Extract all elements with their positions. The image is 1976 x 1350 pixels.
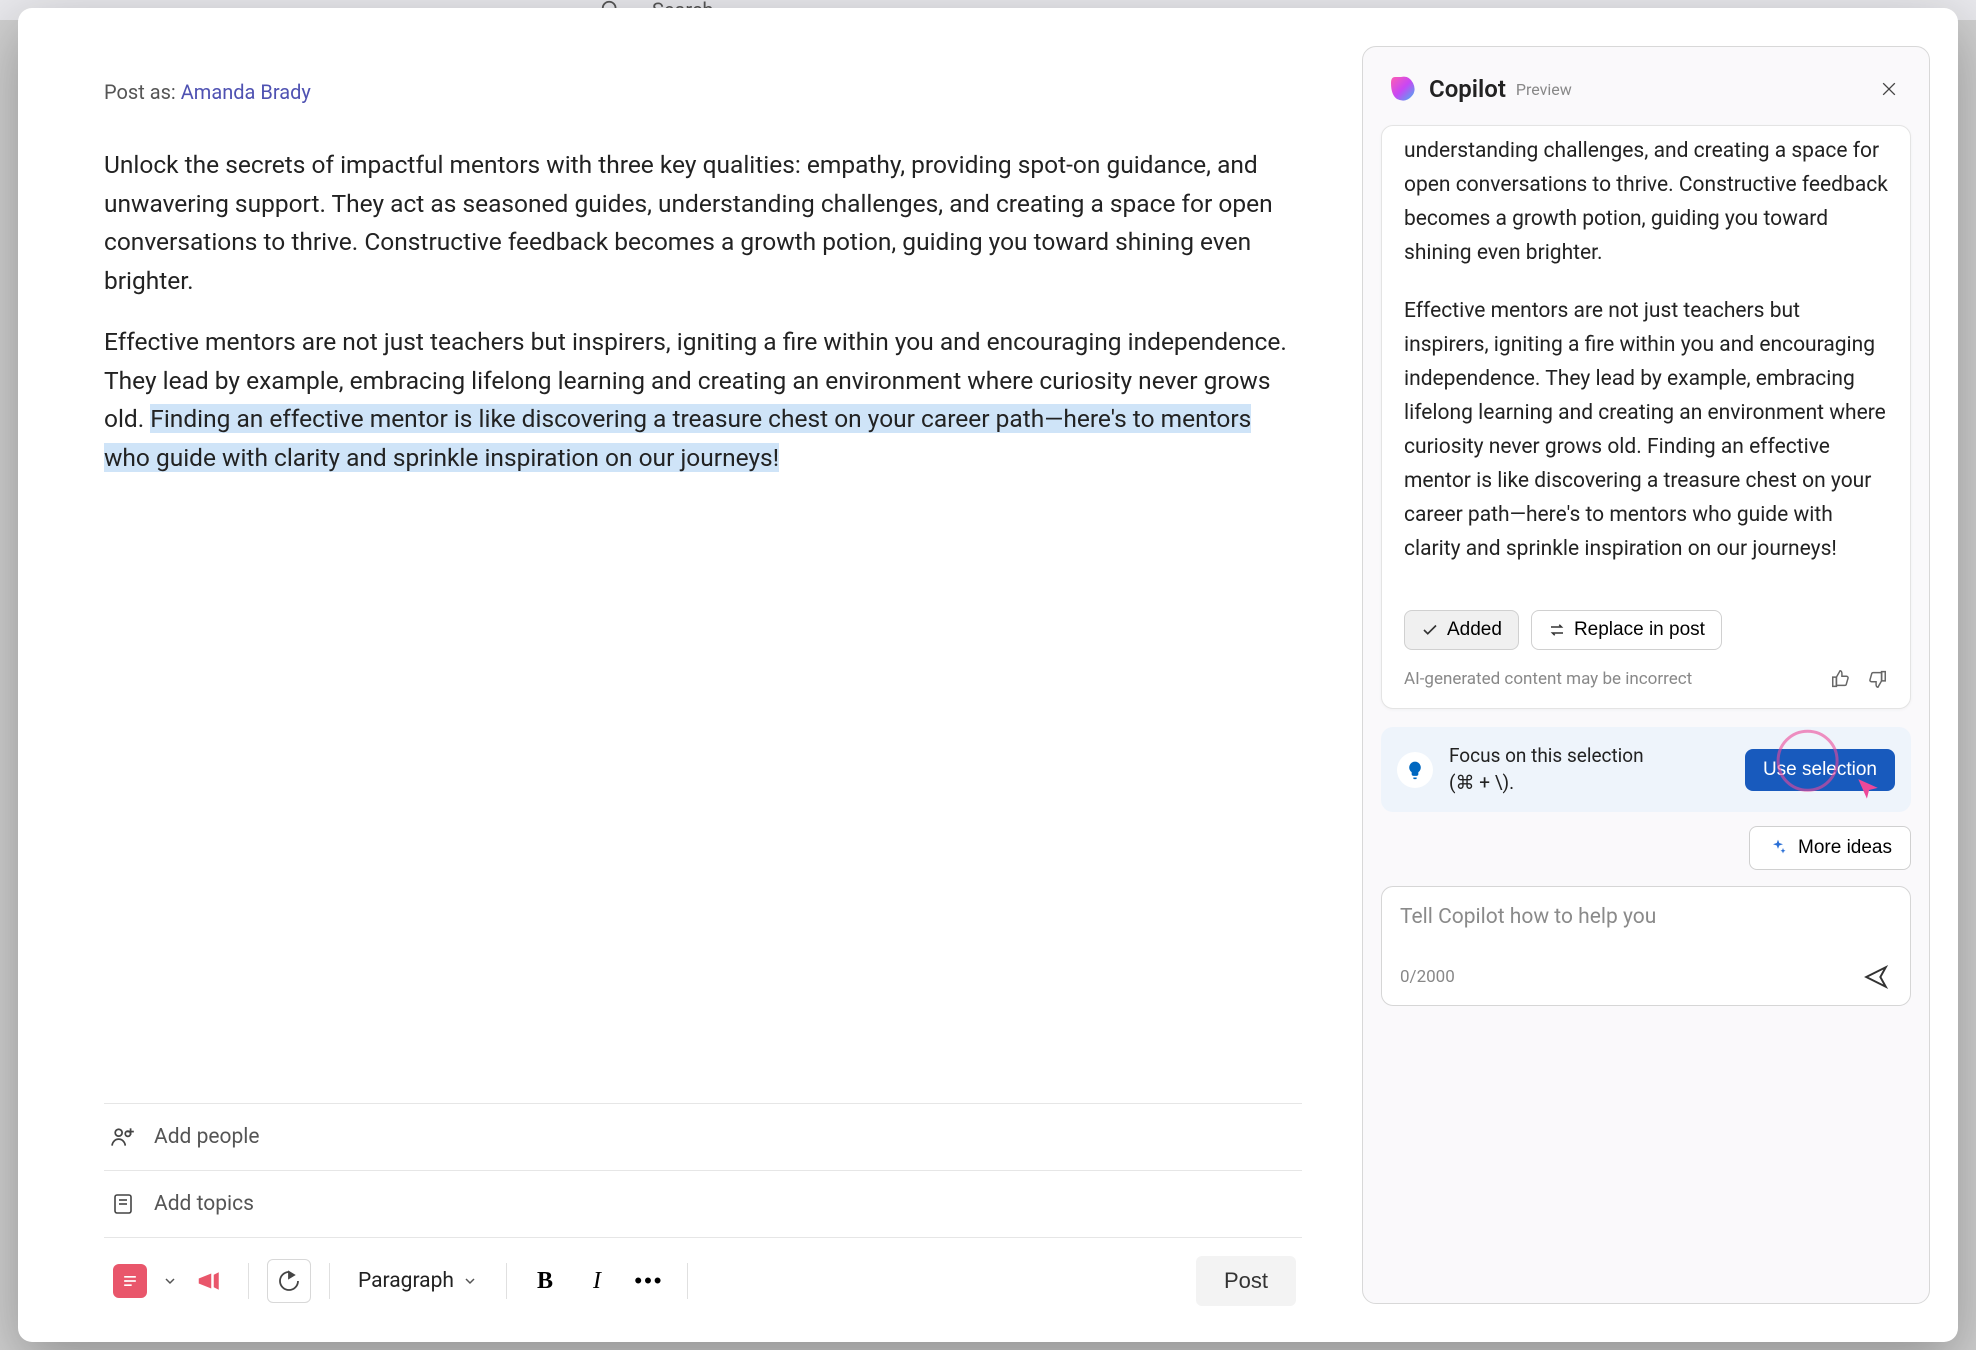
compose-modal: Post as: Amanda Brady Unlock the secrets…: [18, 8, 1958, 1342]
prompt-placeholder: Tell Copilot how to help you: [1400, 905, 1892, 929]
check-icon: [1421, 621, 1439, 639]
add-topics-label: Add topics: [154, 1192, 254, 1216]
bold-button[interactable]: B: [525, 1261, 565, 1301]
loop-button[interactable]: [267, 1259, 311, 1303]
chevron-down-icon: [462, 1273, 478, 1289]
notes-icon: [113, 1264, 147, 1298]
paragraph-style-select[interactable]: Paragraph: [348, 1269, 488, 1293]
editor-pane: Post as: Amanda Brady Unlock the secrets…: [18, 8, 1362, 1342]
close-button[interactable]: [1873, 73, 1905, 105]
replace-button[interactable]: Replace in post: [1531, 610, 1722, 650]
post-as-label: Post as:: [104, 80, 176, 104]
editor-toolbar: Paragraph B I ••• Post: [104, 1237, 1302, 1312]
copilot-response-card: unwavering support. They act as seasoned…: [1381, 125, 1911, 709]
thumbs-down-button[interactable]: [1866, 668, 1888, 690]
separator: [248, 1263, 249, 1299]
swap-icon: [1548, 621, 1566, 639]
add-people-label: Add people: [154, 1125, 260, 1149]
copilot-title: Copilot: [1429, 75, 1506, 103]
more-ideas-button[interactable]: More ideas: [1749, 826, 1911, 870]
add-people-row[interactable]: Add people: [104, 1103, 1302, 1170]
post-as-name[interactable]: Amanda Brady: [181, 80, 311, 104]
use-selection-button[interactable]: Use selection: [1745, 749, 1895, 791]
topics-icon: [110, 1191, 136, 1217]
copilot-header: Copilot Preview: [1381, 65, 1911, 125]
sparkle-icon: [1768, 838, 1788, 858]
italic-button[interactable]: I: [577, 1261, 617, 1301]
char-count: 0/2000: [1400, 967, 1455, 987]
copilot-prompt-input[interactable]: Tell Copilot how to help you 0/2000: [1381, 886, 1911, 1006]
copilot-actions: Added Replace in post: [1404, 610, 1888, 650]
lightbulb-icon: [1397, 752, 1433, 788]
notes-button[interactable]: [110, 1261, 150, 1301]
focus-selection-card: Focus on this selection (⌘ + \). Use sel…: [1381, 727, 1911, 812]
send-button[interactable]: [1860, 961, 1892, 993]
added-button[interactable]: Added: [1404, 610, 1519, 650]
announcement-button[interactable]: [190, 1261, 230, 1301]
content-p1: Unlock the secrets of impactful mentors …: [104, 146, 1302, 301]
chevron-down-icon[interactable]: [162, 1273, 178, 1289]
copilot-logo-icon: [1387, 73, 1419, 105]
post-as-row: Post as: Amanda Brady: [104, 80, 1302, 104]
separator: [506, 1263, 507, 1299]
copilot-pane: Copilot Preview unwavering support. They…: [1362, 46, 1930, 1304]
add-topics-row[interactable]: Add topics: [104, 1170, 1302, 1237]
cursor-indicator-icon: [1855, 777, 1881, 803]
compose-body[interactable]: Unlock the secrets of impactful mentors …: [104, 146, 1302, 1103]
send-icon: [1863, 964, 1889, 990]
copilot-response-text: unwavering support. They act as seasoned…: [1404, 130, 1888, 590]
disclaimer-text: AI-generated content may be incorrect: [1404, 669, 1692, 689]
content-p2: Effective mentors are not just teachers …: [104, 323, 1302, 478]
post-button[interactable]: Post: [1196, 1256, 1296, 1306]
loop-icon: [277, 1269, 301, 1293]
disclaimer-row: AI-generated content may be incorrect: [1404, 668, 1888, 690]
thumbs-up-button[interactable]: [1830, 668, 1852, 690]
more-formatting-button[interactable]: •••: [629, 1261, 669, 1301]
separator: [329, 1263, 330, 1299]
selection-highlight: Finding an effective mentor is like disc…: [104, 404, 1251, 472]
people-icon: [110, 1124, 136, 1150]
close-icon: [1879, 79, 1899, 99]
copilot-preview-badge: Preview: [1516, 80, 1572, 99]
separator: [687, 1263, 688, 1299]
megaphone-icon: [193, 1264, 227, 1298]
focus-text: Focus on this selection (⌘ + \).: [1449, 743, 1729, 796]
